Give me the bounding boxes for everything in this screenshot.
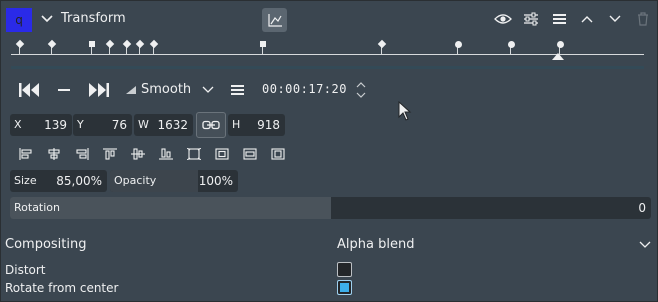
settings-sliders-icon[interactable] — [522, 11, 540, 27]
timecode-spinner[interactable] — [355, 80, 369, 100]
timeline-scrollbar[interactable] — [11, 66, 644, 69]
w-field[interactable]: W 1632 — [134, 114, 193, 136]
align-vcenter-icon[interactable] — [130, 147, 146, 161]
compositing-value: Alpha blend — [337, 237, 415, 252]
y-value: 76 — [111, 118, 127, 132]
x-value: 139 — [44, 118, 67, 132]
compositing-dropdown[interactable]: Alpha blend — [331, 233, 653, 255]
interpolation-dropdown[interactable]: Smooth — [123, 81, 218, 99]
keyframe-marker[interactable] — [377, 39, 387, 49]
distort-checkbox[interactable] — [337, 262, 352, 277]
x-label: X — [14, 118, 22, 131]
distort-label: Distort — [5, 263, 46, 277]
keyframe-marker[interactable] — [455, 41, 462, 48]
move-down-chevron-icon[interactable] — [606, 11, 624, 27]
rotation-label: Rotation — [14, 201, 61, 214]
x-field[interactable]: X 139 — [10, 114, 72, 136]
rotation-slider[interactable]: Rotation 0 — [10, 197, 651, 219]
rotate-center-checkbox[interactable] — [337, 280, 352, 295]
options-menu-icon[interactable] — [228, 81, 246, 99]
keyframe-marker[interactable] — [149, 39, 159, 49]
opacity-field[interactable]: Opacity 100% — [110, 170, 238, 192]
y-label: Y — [77, 118, 84, 131]
menu-icon[interactable] — [550, 11, 568, 27]
effect-badge[interactable]: q — [6, 8, 32, 32]
align-bottom-icon[interactable] — [158, 147, 174, 161]
keyframe-marker[interactable] — [122, 39, 132, 49]
size-value: 85,00% — [56, 174, 102, 188]
keyframe-graph-icon — [267, 14, 282, 27]
interpolation-icon — [126, 86, 136, 94]
skip-end-icon[interactable] — [85, 81, 111, 99]
lock-ratio-button[interactable] — [196, 112, 226, 138]
eye-icon[interactable] — [493, 11, 513, 27]
fit-height-icon[interactable] — [270, 147, 286, 161]
opacity-label: Opacity — [114, 174, 157, 187]
effect-title: Transform — [61, 11, 126, 26]
keyframe-stem — [91, 47, 92, 54]
align-left-icon[interactable] — [18, 147, 34, 161]
keyframe-marker[interactable] — [47, 39, 57, 49]
align-hcenter-icon[interactable] — [46, 147, 62, 161]
link-icon — [202, 120, 220, 130]
keyframe-marker[interactable] — [557, 41, 564, 48]
transform-effect-panel: q Transform Smooth 00:00:17:20 X 139 Y 7… — [0, 0, 658, 302]
trash-icon[interactable] — [634, 10, 652, 28]
chevron-down-icon — [639, 241, 651, 248]
size-field[interactable]: Size 85,00% — [10, 170, 107, 192]
keyframe-stem — [457, 47, 458, 54]
y-field[interactable]: Y 76 — [73, 114, 132, 136]
size-label: Size — [14, 174, 37, 187]
opacity-value: 100% — [198, 174, 233, 188]
keyframe-stem — [262, 47, 263, 54]
skip-start-icon[interactable] — [17, 81, 43, 99]
interpolation-value: Smooth — [141, 82, 192, 97]
keyframe-marker[interactable] — [508, 41, 515, 48]
rotate-center-label: Rotate from center — [5, 281, 119, 295]
keyframe-graph-button[interactable] — [262, 8, 287, 32]
keyframe-marker[interactable] — [89, 41, 95, 47]
keyframe-marker[interactable] — [260, 41, 266, 47]
minus-icon[interactable] — [55, 81, 73, 99]
align-right-icon[interactable] — [74, 147, 90, 161]
timecode-field[interactable]: 00:00:17:20 — [262, 82, 347, 96]
fill-icon[interactable] — [214, 147, 230, 161]
keyframe-timeline[interactable] — [11, 54, 644, 55]
keyframe-stem — [510, 47, 511, 54]
h-label: H — [232, 118, 241, 131]
align-top-icon[interactable] — [102, 147, 118, 161]
w-value: 1632 — [157, 118, 188, 132]
fit-icon[interactable] — [186, 147, 202, 161]
keyframe-marker[interactable] — [105, 39, 115, 49]
move-up-chevron-icon[interactable] — [578, 11, 596, 27]
keyframe-marker[interactable] — [135, 39, 145, 49]
h-field[interactable]: H 918 — [228, 114, 285, 136]
playhead-marker[interactable] — [552, 53, 564, 60]
keyframe-marker[interactable] — [15, 39, 25, 49]
h-value: 918 — [257, 118, 280, 132]
rotation-value: 0 — [638, 201, 646, 215]
fit-width-icon[interactable] — [242, 147, 258, 161]
compositing-label: Compositing — [5, 237, 87, 252]
mouse-cursor-icon — [398, 101, 412, 121]
chevron-down-icon — [202, 86, 214, 93]
collapse-chevron-icon[interactable] — [39, 11, 55, 27]
w-label: W — [138, 118, 149, 131]
